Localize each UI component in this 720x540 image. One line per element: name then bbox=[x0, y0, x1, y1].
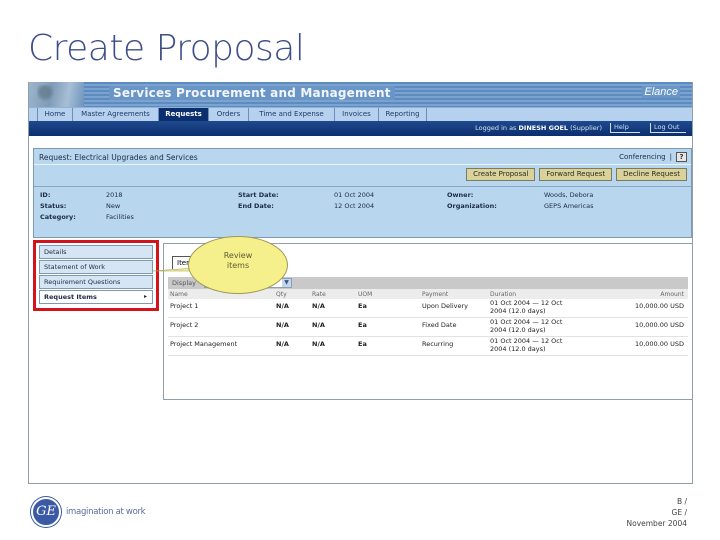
forward-request-button[interactable]: Forward Request bbox=[539, 168, 613, 181]
column-header[interactable]: Name bbox=[170, 291, 188, 298]
item-duration: 01 Oct 2004 — 12 Oct 2004 (12.0 days) bbox=[490, 318, 563, 334]
nav-tab-time-and-expense[interactable]: Time and Expense bbox=[249, 108, 335, 122]
nav-tab-home[interactable]: Home bbox=[37, 108, 73, 122]
end-date-value: 12 Oct 2004 bbox=[334, 202, 375, 210]
item-uom: Ea bbox=[358, 340, 367, 348]
owner-label: Owner: bbox=[447, 191, 474, 199]
footer-date: November 2004 bbox=[626, 519, 688, 528]
item-name[interactable]: Project Management bbox=[170, 340, 237, 348]
footer-line1: B / bbox=[676, 497, 687, 506]
app-banner: Services Procurement and Management Elan… bbox=[29, 82, 692, 107]
callout-line2: items bbox=[226, 261, 250, 270]
help-icon[interactable]: ? bbox=[676, 152, 687, 162]
category-label: Category: bbox=[40, 213, 76, 221]
arrow-right-icon: ▸ bbox=[143, 293, 147, 300]
request-top-links: Conferencing | ? bbox=[619, 152, 687, 162]
table-row[interactable]: Project 2 N/A N/A Ea Fixed Date 01 Oct 2… bbox=[168, 318, 688, 337]
side-tab-statement-of-work[interactable]: Statement of Work bbox=[39, 260, 153, 274]
item-name[interactable]: Project 2 bbox=[170, 321, 198, 329]
start-date-value: 01 Oct 2004 bbox=[334, 191, 375, 199]
request-title: Request: Electrical Upgrades and Service… bbox=[39, 153, 198, 162]
user-bar: Logged in as DINESH GOEL (Supplier) Help… bbox=[29, 121, 692, 136]
conferencing-link[interactable]: Conferencing bbox=[619, 153, 666, 161]
app-screenshot: Services Procurement and Management Elan… bbox=[28, 82, 693, 484]
side-tab-details[interactable]: Details bbox=[39, 245, 153, 259]
help-link[interactable]: Help bbox=[610, 123, 640, 133]
decline-request-button[interactable]: Decline Request bbox=[616, 168, 687, 181]
column-header[interactable]: Qty bbox=[276, 291, 287, 298]
banner-photo-icon bbox=[29, 82, 84, 107]
owner-value: Woods, Debora bbox=[544, 191, 594, 199]
nav-tab-reporting[interactable]: Reporting bbox=[379, 108, 427, 122]
divider bbox=[34, 186, 691, 187]
nav-tab-master-agreements[interactable]: Master Agreements bbox=[73, 108, 159, 122]
item-rate: N/A bbox=[312, 340, 325, 348]
brand-logo: Elance bbox=[642, 86, 680, 98]
item-rate: N/A bbox=[312, 302, 325, 310]
nav-tab-orders[interactable]: Orders bbox=[209, 108, 249, 122]
nav-tab-invoices[interactable]: Invoices bbox=[335, 108, 379, 122]
start-date-label: Start Date: bbox=[238, 191, 279, 199]
column-header[interactable]: Payment bbox=[422, 291, 448, 298]
organization-label: Organization: bbox=[447, 202, 497, 210]
review-items-callout: Review items bbox=[188, 236, 288, 294]
main-nav: Home Master Agreements Requests Orders T… bbox=[29, 107, 692, 122]
divider bbox=[34, 164, 691, 165]
item-duration: 01 Oct 2004 — 12 Oct 2004 (12.0 days) bbox=[490, 337, 563, 353]
user-name: DINESH GOEL bbox=[518, 124, 569, 132]
request-header-panel: Request: Electrical Upgrades and Service… bbox=[33, 148, 692, 238]
ge-tagline: imagination at work bbox=[66, 507, 146, 517]
item-payment: Upon Delivery bbox=[422, 302, 469, 310]
slide-footer-info: B / GE / November 2004 bbox=[627, 496, 688, 529]
item-payment: Fixed Date bbox=[422, 321, 457, 329]
logout-link[interactable]: Log Out bbox=[650, 123, 686, 133]
id-value: 2018 bbox=[106, 191, 123, 199]
id-label: ID: bbox=[40, 191, 51, 199]
item-qty: N/A bbox=[276, 340, 289, 348]
nav-tab-requests[interactable]: Requests bbox=[159, 108, 209, 122]
column-header[interactable]: Amount bbox=[600, 291, 684, 298]
item-amount: 10,000.00 USD bbox=[634, 321, 684, 329]
item-duration: 01 Oct 2004 — 12 Oct 2004 (12.0 days) bbox=[490, 299, 563, 315]
item-name[interactable]: Project 1 bbox=[170, 302, 198, 310]
item-rate: N/A bbox=[312, 321, 325, 329]
item-uom: Ea bbox=[358, 321, 367, 329]
ge-logo-icon: GE bbox=[31, 497, 61, 527]
table-row[interactable]: Project Management N/A N/A Ea Recurring … bbox=[168, 337, 688, 356]
item-qty: N/A bbox=[276, 302, 289, 310]
item-payment: Recurring bbox=[422, 340, 454, 348]
side-tab-label: Request Items bbox=[44, 293, 97, 301]
request-actions: Create Proposal Forward Request Decline … bbox=[466, 168, 687, 181]
items-table: Name Qty Rate UOM Payment Duration Amoun… bbox=[168, 289, 688, 356]
status-value: New bbox=[106, 202, 121, 210]
item-amount: 10,000.00 USD bbox=[634, 340, 684, 348]
footer-line2: GE / bbox=[671, 508, 687, 517]
separator: | bbox=[669, 153, 672, 161]
table-row[interactable]: Project 1 N/A N/A Ea Upon Delivery 01 Oc… bbox=[168, 299, 688, 318]
item-qty: N/A bbox=[276, 321, 289, 329]
callout-line1: Review bbox=[223, 251, 253, 260]
slide-title: Create Proposal bbox=[28, 28, 305, 69]
column-header[interactable]: Rate bbox=[312, 291, 326, 298]
create-proposal-button[interactable]: Create Proposal bbox=[466, 168, 536, 181]
user-role: (Supplier) bbox=[570, 124, 602, 132]
side-tab-request-items[interactable]: Request Items ▸ bbox=[39, 290, 153, 304]
category-value: Facilities bbox=[106, 213, 134, 221]
side-tab-requirement-questions[interactable]: Requirement Questions bbox=[39, 275, 153, 289]
logged-in-status: Logged in as DINESH GOEL (Supplier) bbox=[475, 124, 602, 132]
chevron-down-icon[interactable]: ▼ bbox=[282, 279, 291, 287]
item-amount: 10,000.00 USD bbox=[634, 302, 684, 310]
item-uom: Ea bbox=[358, 302, 367, 310]
end-date-label: End Date: bbox=[238, 202, 274, 210]
logged-in-prefix: Logged in as bbox=[475, 124, 517, 132]
side-tabs-highlight: Details Statement of Work Requirement Qu… bbox=[33, 240, 159, 311]
column-header[interactable]: UOM bbox=[358, 291, 372, 298]
app-title: Services Procurement and Management bbox=[109, 86, 395, 100]
organization-value: GEPS Americas bbox=[544, 202, 594, 210]
column-header[interactable]: Duration bbox=[490, 291, 580, 298]
status-label: Status: bbox=[40, 202, 67, 210]
display-label: Display bbox=[172, 279, 196, 287]
